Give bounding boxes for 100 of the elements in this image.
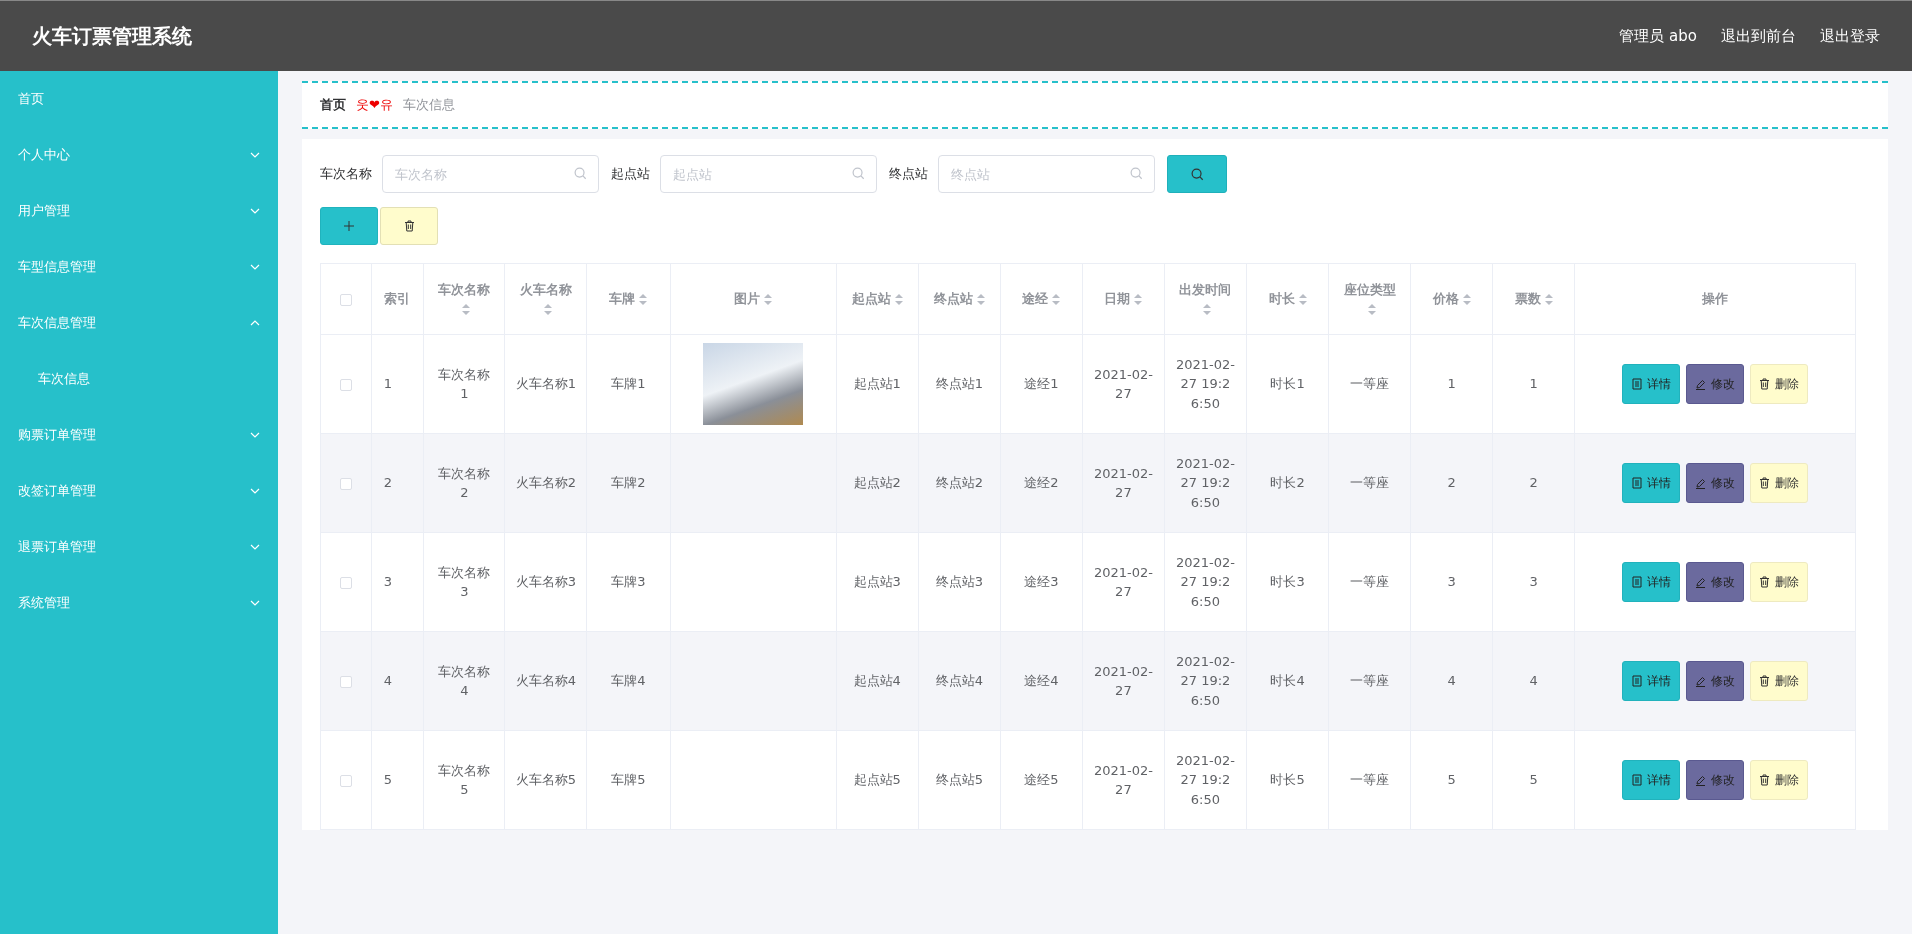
table-cell: 时长1 — [1246, 334, 1329, 434]
sidebar-item[interactable]: 改签订单管理 — [0, 463, 278, 519]
table-cell: 起点站3 — [836, 532, 919, 632]
sort-icon[interactable] — [1367, 304, 1376, 315]
sort-icon[interactable] — [894, 294, 903, 306]
add-button[interactable] — [320, 207, 378, 245]
delete-button[interactable]: 删除 — [1750, 364, 1809, 404]
delete-button[interactable]: 删除 — [1750, 463, 1809, 503]
trash-icon — [1759, 378, 1771, 390]
column-header: 操作 — [1574, 263, 1856, 335]
checkbox[interactable] — [339, 477, 352, 490]
table-cell: 时长2 — [1246, 433, 1329, 533]
detail-button[interactable]: 详情 — [1622, 463, 1681, 503]
header-link[interactable]: 管理员 abo — [1619, 26, 1697, 46]
edit-button[interactable]: 修改 — [1686, 661, 1745, 701]
checkbox[interactable] — [339, 576, 352, 589]
plus-icon — [344, 221, 354, 231]
table-cell: 一等座 — [1328, 730, 1411, 830]
table-cell: 2021-02-27 19:26:50 — [1164, 532, 1247, 632]
table-cell: 时长3 — [1246, 532, 1329, 632]
checkbox[interactable] — [339, 378, 352, 391]
sort-icon[interactable] — [1298, 294, 1307, 306]
edit-button[interactable]: 修改 — [1686, 562, 1745, 602]
sidebar-item[interactable]: 购票订单管理 — [0, 407, 278, 463]
sidebar-item[interactable]: 车次信息管理 — [0, 295, 278, 351]
sidebar-item[interactable]: 退票订单管理 — [0, 519, 278, 575]
table-cell: 终点站5 — [918, 730, 1001, 830]
edit-button[interactable]: 修改 — [1686, 463, 1745, 503]
detail-button[interactable]: 详情 — [1622, 562, 1681, 602]
sort-icon[interactable] — [1462, 294, 1471, 306]
sort-icon[interactable] — [764, 294, 773, 306]
sidebar-item[interactable]: 系统管理 — [0, 575, 278, 631]
trash-icon — [1759, 477, 1771, 489]
sort-icon[interactable] — [639, 294, 648, 306]
table-cell: 途经3 — [1000, 532, 1083, 632]
pencil-icon — [1695, 477, 1707, 489]
search-field[interactable]: 终点站 — [938, 155, 1155, 193]
column-header[interactable]: 起点站 — [836, 263, 919, 335]
checkbox[interactable] — [339, 293, 352, 306]
column-header[interactable]: 出发时间 — [1164, 263, 1247, 335]
sort-icon[interactable] — [1544, 294, 1553, 306]
checkbox[interactable] — [339, 774, 352, 787]
table-cell: 车次名称4 — [423, 631, 505, 731]
table-cell: 一等座 — [1328, 631, 1411, 731]
pencil-icon — [1695, 576, 1707, 588]
column-header[interactable]: 票数 — [1492, 263, 1575, 335]
table-cell: 2021-02-27 19:26:50 — [1164, 433, 1247, 533]
table-cell: 火车名称2 — [504, 433, 587, 533]
column-header[interactable]: 座位类型 — [1328, 263, 1411, 335]
edit-button[interactable]: 修改 — [1686, 364, 1745, 404]
table-cell: 4 — [1410, 631, 1493, 731]
sidebar-item[interactable]: 用户管理 — [0, 183, 278, 239]
column-header[interactable]: 时长 — [1246, 263, 1329, 335]
delete-button[interactable]: 删除 — [1750, 760, 1809, 800]
column-header[interactable]: 日期 — [1082, 263, 1165, 335]
trash-icon — [1759, 774, 1771, 786]
search-field[interactable]: 起点站 — [660, 155, 877, 193]
table-cell: 4 — [1492, 631, 1575, 731]
table-cell: 2 — [1492, 433, 1575, 533]
table-cell: 车次名称5 — [423, 730, 505, 830]
sort-icon[interactable] — [1134, 294, 1143, 306]
column-header[interactable]: 终点站 — [918, 263, 1001, 335]
table-cell: 车次名称2 — [423, 433, 505, 533]
table-cell: 起点站2 — [836, 433, 919, 533]
column-header[interactable]: 车牌 — [586, 263, 670, 335]
sort-icon[interactable] — [1052, 294, 1061, 306]
sidebar-item[interactable]: 个人中心 — [0, 127, 278, 183]
table-cell: 一等座 — [1328, 334, 1411, 434]
detail-button[interactable]: 详情 — [1622, 661, 1681, 701]
column-header[interactable]: 火车名称 — [504, 263, 587, 335]
sidebar-item[interactable]: 车型信息管理 — [0, 239, 278, 295]
delete-button[interactable]: 删除 — [1750, 562, 1809, 602]
table-cell: 2021-02-27 — [1082, 433, 1165, 533]
header-link[interactable]: 退出到前台 — [1721, 26, 1796, 46]
batch-delete-button[interactable] — [380, 207, 438, 245]
detail-button[interactable]: 详情 — [1622, 364, 1681, 404]
sort-icon[interactable] — [543, 304, 552, 315]
column-header[interactable]: 车次名称 — [423, 263, 505, 335]
header-link[interactable]: 退出登录 — [1820, 26, 1880, 46]
sort-icon[interactable] — [462, 304, 471, 315]
table-cell: 1 — [1492, 334, 1575, 434]
delete-button[interactable]: 删除 — [1750, 661, 1809, 701]
search-button[interactable] — [1167, 155, 1227, 193]
breadcrumb-home[interactable]: 首页 — [320, 96, 346, 114]
column-header[interactable]: 图片 — [670, 263, 837, 335]
table-cell: 火车名称3 — [504, 532, 587, 632]
column-header[interactable]: 途经 — [1000, 263, 1083, 335]
sort-icon[interactable] — [976, 294, 985, 306]
search-field[interactable]: 车次名称 — [382, 155, 599, 193]
search-icon — [852, 167, 865, 180]
table-cell: 2021-02-27 — [1082, 334, 1165, 434]
detail-button[interactable]: 详情 — [1622, 760, 1681, 800]
table-cell: 终点站2 — [918, 433, 1001, 533]
column-header[interactable]: 价格 — [1410, 263, 1493, 335]
edit-button[interactable]: 修改 — [1686, 760, 1745, 800]
sidebar-subitem[interactable]: 车次信息 — [0, 351, 278, 407]
sort-icon[interactable] — [1203, 304, 1212, 315]
sidebar-item[interactable]: 首页 — [0, 71, 278, 127]
checkbox[interactable] — [339, 675, 352, 688]
table-cell: 时长5 — [1246, 730, 1329, 830]
